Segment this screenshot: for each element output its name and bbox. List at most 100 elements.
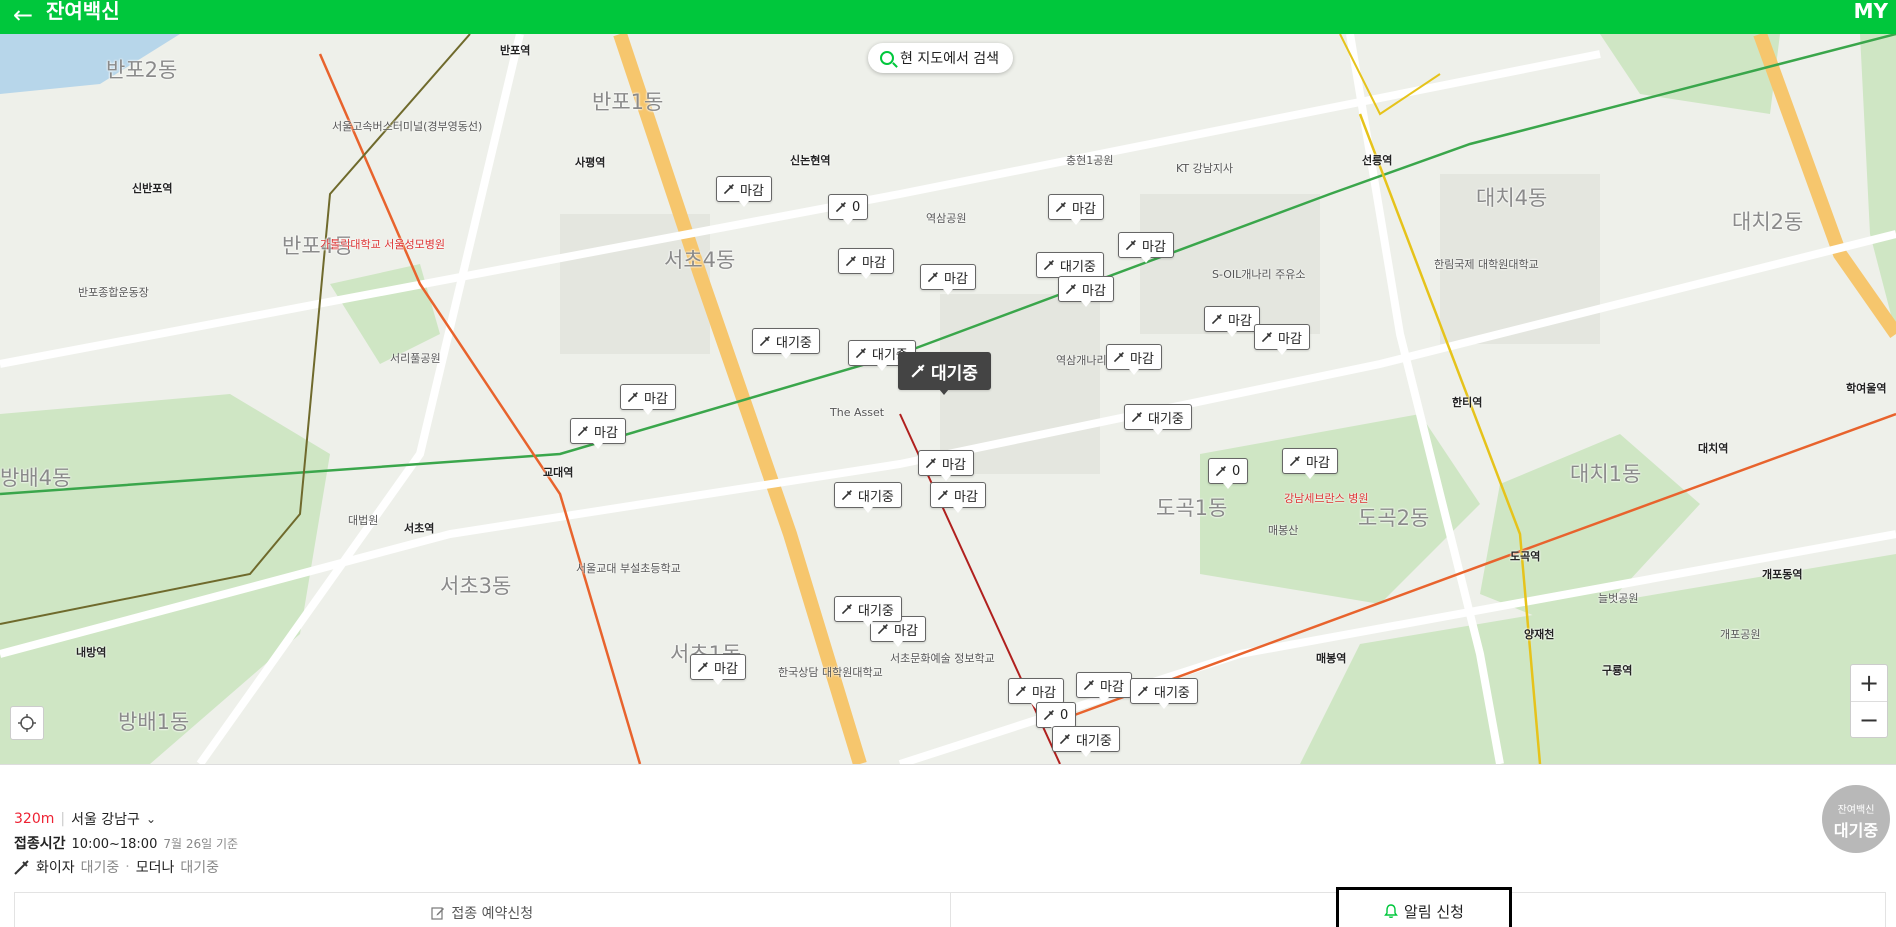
syringe-icon — [1043, 709, 1054, 720]
syringe-icon — [1055, 201, 1066, 212]
syringe-icon — [1131, 411, 1142, 422]
district-label: 반포1동 — [592, 90, 664, 114]
district-label: 대치1동 — [1570, 462, 1642, 486]
crosshair-icon — [18, 714, 36, 732]
alert-request-button[interactable]: 알림 신청 — [1336, 887, 1512, 927]
vaccine-marker[interactable]: 마감 — [1254, 324, 1310, 355]
marker-label: 0 — [1232, 463, 1241, 479]
zoom-in-button[interactable]: + — [1851, 665, 1887, 701]
bell-icon — [1384, 903, 1398, 918]
station-label: 사평역 — [575, 156, 606, 169]
vaccine-marker[interactable]: 마감 — [930, 482, 986, 513]
vaccine-marker[interactable]: 대기중 — [1124, 404, 1192, 435]
vaccine-marker[interactable]: 0 — [1208, 458, 1249, 489]
syringe-icon — [841, 489, 852, 500]
vaccine-marker[interactable]: 마감 — [620, 384, 676, 415]
syringe-icon — [627, 391, 638, 402]
place-label: 가톨릭대학교 서울성모병원 — [320, 238, 445, 251]
marker-label: 마감 — [594, 425, 618, 441]
syringe-icon — [1043, 259, 1054, 270]
vaccine-marker[interactable]: 0 — [1036, 702, 1077, 733]
syringe-icon — [911, 363, 925, 378]
vaccine-marker[interactable]: 마감 — [570, 418, 626, 449]
syringe-icon — [1125, 239, 1136, 250]
place-label: S-OIL개나리 주유소 — [1212, 268, 1306, 281]
hours-value: 10:00~18:00 — [71, 837, 158, 852]
syringe-icon — [1113, 351, 1124, 362]
vaccine-marker[interactable]: 마감 — [1204, 306, 1260, 337]
place-label: 서울고속버스터미널(경부영동선) — [332, 120, 483, 133]
vaccine-marker[interactable]: 마감 — [838, 248, 894, 279]
marker-label: 0 — [1060, 707, 1069, 723]
marker-label: 마감 — [1100, 679, 1124, 695]
back-arrow-icon[interactable]: ← — [8, 2, 38, 30]
place-label: 반포종합운동장 — [78, 286, 149, 299]
vaccine-marker[interactable]: 대기중 — [834, 482, 902, 513]
district-label: 도곡2동 — [1358, 506, 1430, 530]
place-label: 서리풀공원 — [390, 352, 441, 365]
current-location-button[interactable] — [10, 706, 44, 740]
vaccine-name: 모더나 — [135, 860, 175, 876]
divider: · — [125, 859, 130, 875]
station-label: 신반포역 — [132, 182, 173, 195]
vaccine-marker[interactable]: 0 — [828, 194, 869, 225]
marker-label: 마감 — [954, 489, 978, 505]
place-label: 개포공원 — [1720, 628, 1761, 641]
syringe-icon — [835, 201, 846, 212]
district-label: 서초4동 — [664, 248, 736, 272]
vaccine-marker[interactable]: 마감 — [1118, 232, 1174, 263]
chevron-down-icon[interactable]: ⌄ — [146, 812, 156, 826]
vaccine-status: 대기중 — [80, 860, 120, 876]
marker-label: 마감 — [740, 183, 764, 199]
station-label: 학여울역 — [1846, 382, 1887, 395]
station-label: 내방역 — [76, 646, 107, 659]
vaccine-marker[interactable]: 마감 — [716, 176, 772, 207]
vaccine-marker[interactable]: 마감 — [918, 450, 974, 481]
top-bar: ← 잔여백신 MY — [0, 0, 1896, 34]
district-label: 방배4동 — [0, 466, 72, 490]
syringe-icon — [1137, 685, 1148, 696]
syringe-icon — [937, 489, 948, 500]
vaccine-marker[interactable]: 대기중 — [1130, 678, 1198, 709]
vaccine-marker[interactable]: 대기중 — [834, 596, 902, 627]
place-label: 역삼공원 — [926, 212, 967, 225]
station-label: 구룡역 — [1602, 664, 1633, 677]
station-label: 선릉역 — [1362, 154, 1393, 167]
vaccine-marker[interactable]: 마감 — [920, 264, 976, 295]
vaccine-marker[interactable]: 마감 — [1008, 678, 1064, 709]
location-row: 320m | 서울 강남구 ⌄ — [14, 809, 156, 829]
my-button[interactable]: MY — [1854, 0, 1888, 22]
vaccine-marker[interactable]: 마감 — [1058, 276, 1114, 307]
reserve-button[interactable]: 접종 예약신청 — [15, 893, 950, 927]
vaccine-marker[interactable]: 마감 — [690, 654, 746, 685]
marker-label: 마감 — [1072, 201, 1096, 217]
map-view[interactable]: 반포2동 반포1동 반포4동 서초4동 대치4동 대치2동 방배4동 도곡1동 … — [0, 34, 1896, 764]
vaccine-marker[interactable]: 마감 — [1076, 672, 1132, 703]
syringe-icon — [759, 335, 770, 346]
vaccine-marker[interactable]: 대기중 — [1036, 252, 1104, 283]
syringe-icon — [855, 347, 866, 358]
vaccine-marker[interactable]: 마감 — [1282, 448, 1338, 479]
search-icon — [880, 51, 894, 65]
syringe-icon — [14, 860, 29, 875]
district-label: 반포2동 — [106, 58, 178, 82]
marker-label: 대기중 — [776, 335, 812, 351]
station-label: 매봉역 — [1316, 652, 1347, 665]
marker-label: 대기중 — [1148, 411, 1184, 427]
syringe-icon — [1059, 733, 1070, 744]
place-label: 늘벗공원 — [1598, 592, 1639, 605]
vaccine-marker-selected[interactable]: 대기중 — [898, 352, 991, 395]
map-search-button[interactable]: 현 지도에서 검색 — [868, 43, 1014, 73]
reserve-label: 접종 예약신청 — [451, 905, 534, 922]
vaccine-marker[interactable]: 대기중 — [752, 328, 820, 359]
page-title: 잔여백신 — [46, 0, 120, 23]
vaccine-marker[interactable]: 대기중 — [1052, 726, 1120, 757]
zoom-out-button[interactable]: − — [1851, 701, 1887, 737]
marker-label: 마감 — [1032, 685, 1056, 701]
vaccine-marker[interactable]: 마감 — [1106, 344, 1162, 375]
marker-label: 마감 — [1278, 331, 1302, 347]
place-label: 강남세브란스 병원 — [1284, 492, 1369, 505]
district-label: 서초3동 — [440, 574, 512, 598]
marker-label: 대기중 — [858, 603, 894, 619]
vaccine-marker[interactable]: 마감 — [1048, 194, 1104, 225]
